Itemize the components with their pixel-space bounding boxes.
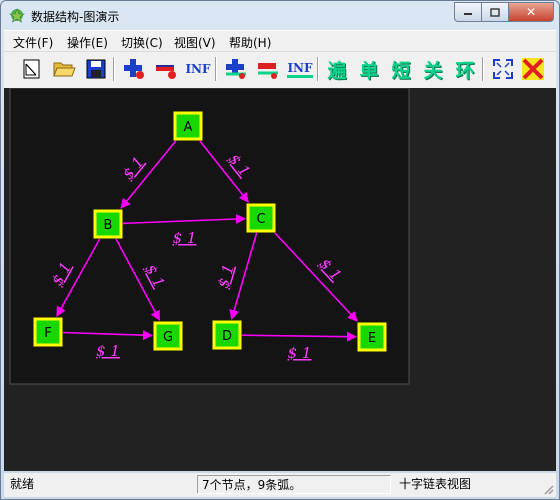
cycle-button[interactable]: 环	[452, 56, 478, 82]
maximize-icon	[490, 7, 500, 17]
node-label: F	[44, 326, 51, 341]
shortest-path-button[interactable]: 短	[388, 56, 414, 82]
edge-weight-label: $ 1	[96, 342, 120, 360]
graph-node-a[interactable]: A	[173, 111, 203, 141]
new-document-icon	[23, 59, 40, 79]
edge-weight-label: $ 1	[173, 229, 197, 247]
toolbar-separator	[317, 57, 319, 81]
node-label: B	[104, 218, 113, 233]
minimize-button[interactable]	[454, 2, 482, 22]
open-button[interactable]	[51, 56, 77, 82]
critical-path-button[interactable]: 关	[420, 56, 446, 82]
graph-node-b[interactable]: B	[93, 209, 123, 239]
window-controls: ✕	[454, 2, 554, 22]
status-view-mode: 十字链表视图	[399, 477, 472, 491]
menu-view[interactable]: 视图(V)	[174, 34, 216, 51]
node-label: C	[256, 212, 265, 227]
graph-node-f[interactable]: F	[33, 317, 63, 347]
delete-arc-icon	[258, 63, 278, 79]
graph-canvas[interactable]: $ 1 $ 1$ 1$ 1 $ 1$ 1$ 1 $ 1$ 1 AB CD EF G	[4, 88, 556, 471]
status-ready: 就绪	[10, 477, 35, 491]
arc-infinity-icon: INF	[287, 61, 313, 78]
minimize-icon	[464, 13, 472, 15]
toolbar-separator	[482, 57, 484, 81]
menu-file[interactable]: 文件(F)	[13, 34, 53, 51]
graph-node-e[interactable]: E	[357, 322, 387, 352]
save-button[interactable]	[83, 56, 109, 82]
clear-icon	[522, 58, 544, 80]
close-icon: ✕	[525, 5, 537, 19]
single-source-button[interactable]: 单	[356, 56, 382, 82]
close-button[interactable]: ✕	[508, 2, 554, 22]
graph-node-g[interactable]: G	[153, 321, 183, 351]
node-label: E	[368, 331, 376, 346]
save-icon	[86, 59, 106, 79]
status-info: 7个节点，9条弧。	[197, 475, 391, 494]
new-button[interactable]	[19, 56, 45, 82]
add-arc-icon	[226, 59, 246, 79]
window-title: 数据结构-图演示	[31, 10, 120, 24]
menu-edit[interactable]: 操作(E)	[67, 34, 108, 51]
app-window: 数据结构-图演示 ✕ 文件(F) 操作(E) 切换(C) 视图(V) 帮助(H)	[0, 0, 560, 500]
infinity-icon: INF	[185, 62, 211, 76]
toolbar-separator	[215, 57, 217, 81]
menu-switch[interactable]: 切换(C)	[121, 34, 163, 51]
delete-arc-button[interactable]	[255, 56, 281, 82]
toolbar-separator	[113, 57, 115, 81]
add-node-button[interactable]	[121, 56, 147, 82]
app-icon	[9, 8, 25, 23]
node-label: D	[222, 329, 232, 344]
graph-node-d[interactable]: D	[212, 320, 242, 350]
expand-icon	[493, 59, 513, 79]
toolbar: INF INF 遍 单 短 关 环	[4, 51, 556, 89]
edge-weight-label: $ 1	[288, 344, 312, 362]
menu-bar: 文件(F) 操作(E) 切换(C) 视图(V) 帮助(H)	[4, 30, 556, 51]
folder-open-icon	[53, 62, 76, 77]
add-node-icon	[124, 59, 144, 79]
node-label: G	[163, 330, 173, 345]
node-label: A	[184, 120, 193, 135]
graph-node-c[interactable]: C	[246, 203, 276, 233]
title-bar[interactable]: 数据结构-图演示 ✕	[1, 1, 559, 29]
graph-canvas-area[interactable]: $ 1 $ 1 $ 1 $ 1 $ 1 $ 1 $ 1 $ 1 $ 1 ABCDEFG	[4, 88, 556, 471]
resize-grip-icon[interactable]	[542, 483, 554, 495]
arc-infinity-button[interactable]: INF	[287, 56, 313, 82]
status-bar: 就绪 7个节点，9条弧。 十字链表视图	[4, 473, 556, 497]
delete-node-button[interactable]	[153, 56, 179, 82]
set-infinity-button[interactable]: INF	[185, 56, 211, 82]
graph-area-border	[9, 88, 410, 385]
clear-button[interactable]	[520, 56, 546, 82]
delete-node-icon	[156, 65, 176, 79]
traverse-button[interactable]: 遍	[324, 56, 350, 82]
fit-view-button[interactable]	[490, 56, 516, 82]
maximize-button[interactable]	[481, 2, 509, 22]
add-arc-button[interactable]	[223, 56, 249, 82]
menu-help[interactable]: 帮助(H)	[229, 34, 271, 51]
